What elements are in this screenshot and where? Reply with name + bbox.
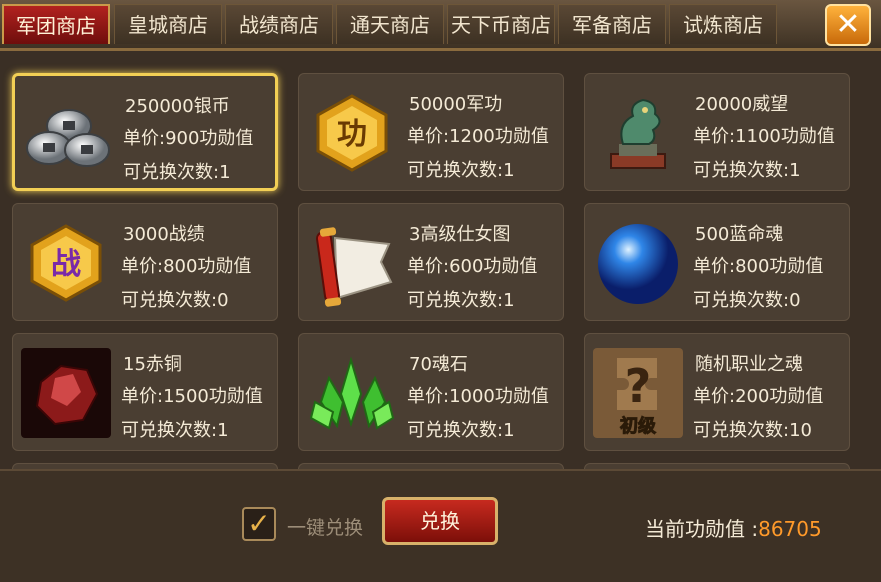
item-name: 3高级仕女图 — [409, 224, 511, 245]
item-exchange-count: 可兑换次数:1 — [407, 290, 515, 311]
military-merit-badge-icon: 功 — [316, 94, 388, 172]
current-merit: 当前功勋值 :86705 — [645, 513, 822, 542]
merit-label: 当前功勋值 : — [645, 517, 759, 541]
item-name: 15赤铜 — [123, 354, 182, 375]
tab-armament-shop[interactable]: 军备商店 — [558, 4, 666, 44]
close-icon: ✕ — [835, 7, 861, 42]
item-exchange-count: 可兑换次数:1 — [693, 160, 801, 181]
badge-text: 功 — [337, 117, 367, 152]
item-price: 单价:1000功勋值 — [407, 386, 549, 407]
shop-item-card[interactable]: 功 50000军功 单价:1200功勋值 可兑换次数:1 — [298, 73, 564, 191]
onekey-checkbox[interactable]: ✓ — [242, 507, 276, 541]
silver-coins-icon — [26, 109, 110, 167]
tab-bar: 军团商店 皇城商店 战绩商店 通天商店 天下币商店 军备商店 试炼商店 ✕ — [0, 0, 881, 51]
shop-item-card[interactable]: 70魂石 单价:1000功勋值 可兑换次数:1 — [298, 333, 564, 451]
bottom-bar: ✓ 一键兑换 兑换 当前功勋值 :86705 — [0, 469, 881, 582]
item-name: 3000战绩 — [123, 224, 205, 245]
shop-item-card[interactable]: ? 初级 随机职业之魂 单价:200功勋值 可兑换次数:10 — [584, 333, 850, 451]
shop-item-card[interactable]: 战 3000战绩 单价:800功勋值 可兑换次数:0 — [12, 203, 278, 321]
badge-text: 初级 — [620, 415, 657, 437]
shop-item-card[interactable]: 15赤铜 单价:1500功勋值 可兑换次数:1 — [12, 333, 278, 451]
badge-text: 战 — [51, 247, 81, 282]
tab-legion-shop[interactable]: 军团商店 — [2, 4, 110, 44]
green-crystal-icon — [309, 356, 395, 430]
item-exchange-count: 可兑换次数:10 — [693, 420, 812, 441]
item-name: 500蓝命魂 — [695, 224, 784, 245]
jade-dragon-statue-icon — [610, 98, 666, 169]
item-exchange-count: 可兑换次数:1 — [121, 420, 229, 441]
mystery-puzzle-icon: ? 初级 — [593, 348, 683, 438]
item-price: 单价:800功勋值 — [693, 256, 824, 277]
battle-record-badge-icon: 战 — [30, 224, 102, 302]
item-exchange-count: 可兑换次数:0 — [693, 290, 801, 311]
item-name: 20000威望 — [695, 94, 789, 115]
shop-item-card[interactable]: 20000威望 单价:1100功勋值 可兑换次数:1 — [584, 73, 850, 191]
item-price: 单价:900功勋值 — [123, 128, 254, 149]
item-name: 50000军功 — [409, 94, 503, 115]
checkmark-icon: ✓ — [247, 507, 271, 540]
tab-tongtian-shop[interactable]: 通天商店 — [336, 4, 444, 44]
item-price: 单价:800功勋值 — [121, 256, 252, 277]
close-button[interactable]: ✕ — [825, 4, 871, 46]
tab-tianxia-coin-shop[interactable]: 天下币商店 — [447, 4, 555, 44]
item-name: 70魂石 — [409, 354, 468, 375]
exchange-button[interactable]: 兑换 — [382, 497, 498, 545]
item-price: 单价:1100功勋值 — [693, 126, 835, 147]
item-name: 250000银币 — [125, 96, 230, 117]
scroll-icon — [315, 227, 393, 307]
item-price: 单价:200功勋值 — [693, 386, 824, 407]
tab-imperial-shop[interactable]: 皇城商店 — [114, 4, 222, 44]
tab-battle-record-shop[interactable]: 战绩商店 — [225, 4, 333, 44]
blue-orb-icon — [598, 224, 678, 304]
item-name: 随机职业之魂 — [695, 354, 803, 375]
item-grid[interactable]: 250000银币 单价:900功勋值 可兑换次数:1 功 50000军功 单价:… — [0, 51, 881, 469]
svg-text:?: ? — [625, 359, 652, 413]
shop-item-card[interactable]: 3高级仕女图 单价:600功勋值 可兑换次数:1 — [298, 203, 564, 321]
item-price: 单价:1500功勋值 — [121, 386, 263, 407]
item-exchange-count: 可兑换次数:1 — [123, 162, 231, 183]
item-price: 单价:1200功勋值 — [407, 126, 549, 147]
item-exchange-count: 可兑换次数:0 — [121, 290, 229, 311]
shop-item-card[interactable]: 250000银币 单价:900功勋值 可兑换次数:1 — [12, 73, 278, 191]
item-exchange-count: 可兑换次数:1 — [407, 160, 515, 181]
shop-window: 军团商店 皇城商店 战绩商店 通天商店 天下币商店 军备商店 试炼商店 ✕ 25… — [0, 0, 881, 582]
item-price: 单价:600功勋值 — [407, 256, 538, 277]
tab-trial-shop[interactable]: 试炼商店 — [669, 4, 777, 44]
item-exchange-count: 可兑换次数:1 — [407, 420, 515, 441]
merit-value: 86705 — [758, 517, 822, 541]
shop-item-card[interactable]: 500蓝命魂 单价:800功勋值 可兑换次数:0 — [584, 203, 850, 321]
red-ore-icon — [21, 348, 111, 438]
onekey-label: 一键兑换 — [287, 517, 364, 539]
